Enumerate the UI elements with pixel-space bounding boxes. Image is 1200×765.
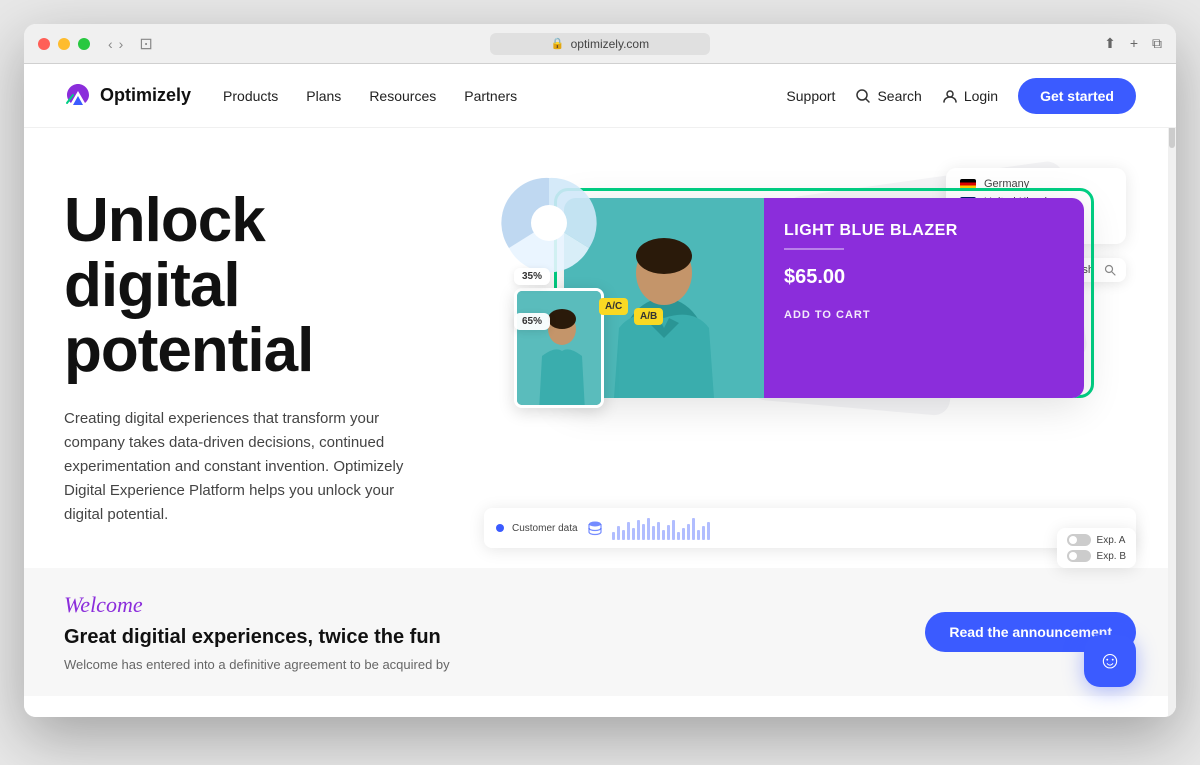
- product-card: LIGHT BLUE BLAZER $65.00 ADD TO CART: [564, 198, 1084, 398]
- support-link[interactable]: Support: [786, 88, 835, 104]
- nav-products[interactable]: Products: [223, 88, 278, 104]
- data-dot: [496, 524, 504, 532]
- product-name: LIGHT BLUE BLAZER: [784, 222, 1064, 240]
- pie-chart: [494, 168, 604, 278]
- url-text: optimizely.com: [571, 37, 649, 51]
- hero-title: Unlock digital potential: [64, 188, 504, 383]
- get-started-button[interactable]: Get started: [1018, 78, 1136, 114]
- address-bar[interactable]: 🔒 optimizely.com: [490, 33, 710, 55]
- welcome-left: Welcome Great digitial experiences, twic…: [64, 592, 885, 672]
- maximize-button[interactable]: [78, 38, 90, 50]
- germany-flag: [960, 179, 976, 189]
- product-divider: [784, 248, 844, 250]
- page-content: Optimizely Products Plans Resources Part…: [24, 64, 1176, 717]
- nav-arrows: ‹ ›: [108, 36, 123, 52]
- hero-description: Creating digital experiences that transf…: [64, 407, 404, 527]
- minimize-button[interactable]: [58, 38, 70, 50]
- data-bar: Customer data: [484, 508, 1136, 548]
- nav-partners[interactable]: Partners: [464, 88, 517, 104]
- toggle-1[interactable]: [1067, 534, 1091, 546]
- share-icon[interactable]: ⬆: [1104, 35, 1116, 52]
- lock-icon: 🔒: [551, 37, 565, 50]
- toggle-row-1: Exp. A: [1067, 534, 1126, 546]
- product-info: LIGHT BLUE BLAZER $65.00 ADD TO CART: [764, 198, 1084, 398]
- tabs-icon[interactable]: ⧉: [1152, 35, 1162, 52]
- add-to-cart[interactable]: ADD TO CART: [784, 309, 1064, 321]
- data-label: Customer data: [512, 523, 578, 534]
- nav-resources[interactable]: Resources: [369, 88, 436, 104]
- product-thumbnail: [514, 288, 604, 408]
- scrollbar[interactable]: [1168, 64, 1176, 717]
- traffic-lights: [38, 38, 90, 50]
- toggle-label-2: Exp. B: [1097, 551, 1126, 562]
- hero-title-line1: Unlock: [64, 186, 265, 255]
- thumb-svg: [517, 291, 604, 408]
- bottom-toggles: Exp. A Exp. B: [1057, 528, 1136, 568]
- nav-links: Products Plans Resources Partners: [223, 88, 517, 104]
- nav-right: Support Search Login Get started: [786, 78, 1136, 114]
- navbar: Optimizely Products Plans Resources Part…: [24, 64, 1176, 128]
- search-button[interactable]: Search: [855, 88, 921, 104]
- welcome-title: Great digitial experiences, twice the fu…: [64, 626, 885, 649]
- country-germany-row: Germany: [960, 178, 1112, 190]
- close-button[interactable]: [38, 38, 50, 50]
- back-arrow[interactable]: ‹: [108, 36, 113, 52]
- toggle-2[interactable]: [1067, 550, 1091, 562]
- toggle-row-2: Exp. B: [1067, 550, 1126, 562]
- welcome-description: Welcome has entered into a definitive ag…: [64, 657, 885, 672]
- stat-badge-1: 65%: [514, 313, 550, 330]
- search-icon: [855, 88, 871, 104]
- logo-icon: [64, 82, 92, 110]
- hero-visual: Germany United Kingdom United States Uni…: [504, 168, 1136, 548]
- chat-icon: ☺: [1098, 647, 1123, 675]
- ab-badge-2: A/C: [599, 298, 628, 315]
- logo-text: Optimizely: [100, 85, 191, 106]
- database-icon: [586, 519, 604, 537]
- sidebar-toggle-icon[interactable]: ⊡: [139, 34, 152, 54]
- chat-bubble[interactable]: ☺: [1084, 635, 1136, 687]
- bar-chart-mini: [612, 516, 710, 540]
- germany-label: Germany: [984, 178, 1029, 190]
- titlebar: ‹ › ⊡ 🔒 optimizely.com ⬆ + ⧉: [24, 24, 1176, 64]
- new-tab-icon[interactable]: +: [1130, 35, 1138, 52]
- forward-arrow[interactable]: ›: [119, 36, 124, 52]
- hero-left: Unlock digital potential Creating digita…: [64, 168, 504, 548]
- toolbar-right: ⬆ + ⧉: [1104, 35, 1162, 52]
- welcome-script: Welcome: [64, 592, 885, 618]
- browser-window: ‹ › ⊡ 🔒 optimizely.com ⬆ + ⧉ Optimizely: [24, 24, 1176, 717]
- product-card-inner: LIGHT BLUE BLAZER $65.00 ADD TO CART: [564, 198, 1084, 398]
- toggle-label-1: Exp. A: [1097, 535, 1126, 546]
- search-icon-small: [1104, 264, 1116, 276]
- product-price: $65.00: [784, 266, 1064, 289]
- welcome-banner: Welcome Great digitial experiences, twic…: [24, 568, 1176, 696]
- hero-section: Unlock digital potential Creating digita…: [24, 128, 1176, 548]
- user-icon: [942, 88, 958, 104]
- hero-title-line2: digital: [64, 251, 240, 320]
- search-label: Search: [877, 88, 921, 104]
- login-label: Login: [964, 88, 998, 104]
- ab-badge-1: A/B: [634, 308, 663, 325]
- login-button[interactable]: Login: [942, 88, 998, 104]
- logo[interactable]: Optimizely: [64, 82, 191, 110]
- stat-badge-2: 35%: [514, 268, 550, 285]
- hero-title-line3: potential: [64, 316, 313, 385]
- nav-plans[interactable]: Plans: [306, 88, 341, 104]
